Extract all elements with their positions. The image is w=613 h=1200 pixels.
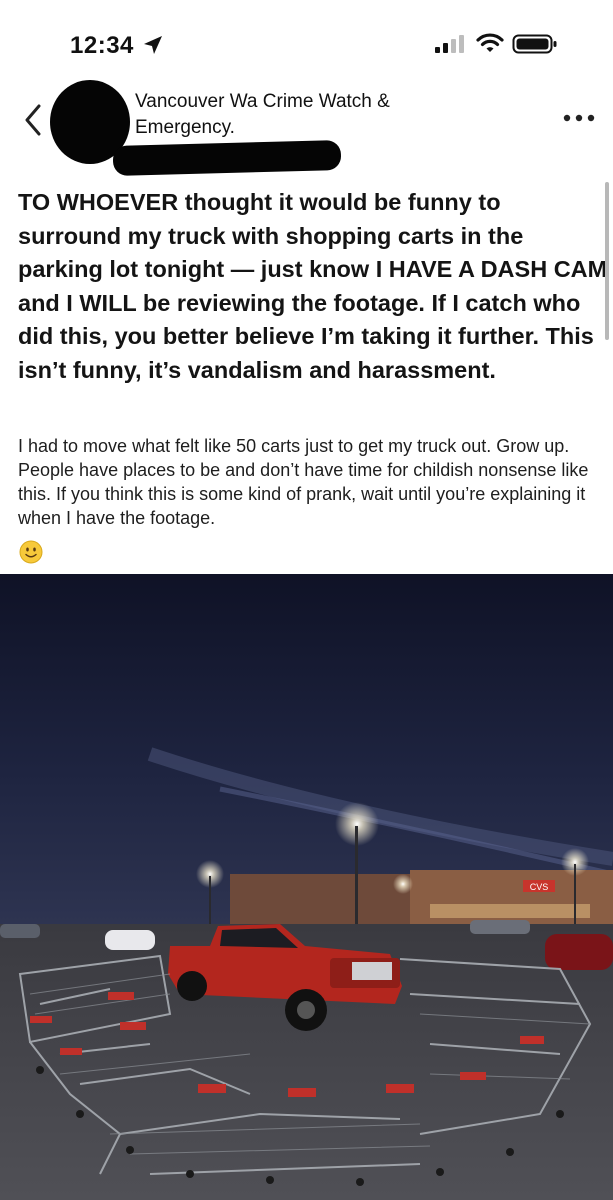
parked-car [545,934,613,970]
status-time: 12:34 [70,32,134,59]
chevron-left-icon[interactable] [20,102,46,138]
more-horizontal-icon[interactable] [562,112,596,124]
store-windows [430,904,590,918]
lot-light-glow [393,874,413,894]
status-bar: 12:34 [0,0,613,80]
post-body: I had to move what felt like 50 carts ju… [18,436,589,528]
scrollbar[interactable] [605,182,609,340]
post-headline: TO WHOEVER thought it would be funny to … [18,189,608,383]
parked-car [0,924,40,938]
location-arrow-icon [144,36,162,54]
cellular-signal-icon [435,35,464,53]
post-photo[interactable]: CVS [0,574,613,1200]
light-pole [355,826,358,934]
parked-car [470,920,530,934]
slightly-smiling-face-icon [19,540,43,564]
light-pole [574,864,576,934]
parked-car [105,930,155,950]
store-building [230,874,410,924]
group-name[interactable]: Vancouver Wa Crime Watch & Emergency. [135,89,455,141]
cvs-sign-text: CVS [530,882,549,892]
wifi-icon [476,33,504,52]
redaction-scribble [112,140,342,176]
battery-icon [512,34,557,54]
